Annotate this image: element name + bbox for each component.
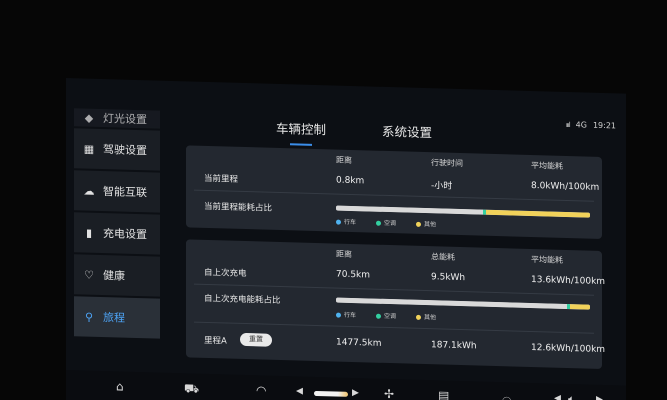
sidebar-item-label: 灯光设置 — [103, 112, 147, 127]
since-charge-share-bar — [336, 297, 590, 310]
current-trip-panel: 距离 行驶时间 平均能耗 当前里程 0.8km -小时 8.0kWh/100km… — [186, 145, 602, 239]
sidebar-item-lights[interactable]: ◆ 灯光设置 — [74, 108, 160, 129]
car-icon[interactable]: ⛟ — [184, 381, 199, 397]
current-trip-time: -小时 — [431, 181, 453, 192]
share-drive-segment — [336, 297, 568, 309]
sidebar-item-charging[interactable]: ▮ 充电设置 — [74, 212, 160, 255]
share-other-segment — [485, 209, 590, 218]
divider — [194, 189, 594, 202]
legend-other: 其他 — [416, 219, 436, 228]
current-trip-distance: 0.8km — [336, 175, 365, 187]
clock: 19:21 — [592, 120, 616, 131]
network-label: 4G — [575, 120, 587, 130]
col-header-total-consumption: 总能耗 — [431, 252, 455, 262]
volume-up-icon[interactable]: ▶ — [596, 395, 603, 400]
col-header-avg-consumption: 平均能耗 — [531, 160, 563, 171]
since-charge-share-legend: 行车 空调 其他 — [336, 310, 436, 321]
share-drive-segment — [336, 205, 484, 215]
legend-other: 其他 — [416, 312, 436, 321]
tab-system-settings[interactable]: 系统设置 — [382, 121, 432, 147]
trip-a-label: 里程A — [204, 335, 227, 347]
tab-vehicle-control[interactable]: 车辆控制 — [276, 118, 326, 144]
temp-left-icon[interactable]: ◀ — [296, 386, 303, 396]
col-header-drive-time: 行驶时间 — [431, 158, 463, 169]
status-bar: ıııl 4G 19:21 — [566, 120, 616, 130]
cloud-icon: ☁ — [83, 183, 95, 198]
col-header-avg-consumption: 平均能耗 — [531, 254, 563, 265]
signal-icon: ıııl — [565, 120, 570, 129]
col-header-distance: 距离 — [336, 155, 352, 165]
defrost-front-icon[interactable]: ◠ — [256, 383, 266, 397]
since-charge-share-label: 自上次充电能耗占比 — [204, 293, 281, 306]
vehicle-icon[interactable]: ⌓ — [502, 390, 512, 400]
trip-a-distance: 1477.5km — [336, 337, 382, 349]
sidebar-item-label: 旅程 — [103, 311, 125, 325]
reset-trip-a-button[interactable]: 重置 — [240, 332, 272, 347]
current-trip-avg: 8.0kWh/100km — [531, 180, 600, 193]
volume-down-icon[interactable]: ◀ — [554, 394, 561, 400]
bottom-dock: ⌂ ⛟ ◠ ◀ ▶ ✢ ▤ ⌓ ◀ 🔈︎ ▶ — [66, 370, 626, 400]
sidebar-item-driving[interactable]: ▦ 驾驶设置 — [74, 128, 160, 171]
since-charge-total: 9.5kWh — [431, 272, 466, 284]
legend-drive: 行车 — [336, 217, 356, 226]
fan-icon[interactable]: ✢ — [384, 387, 394, 400]
volume-icon[interactable]: 🔈︎ — [568, 392, 575, 400]
home-icon[interactable]: ⌂ — [116, 379, 124, 393]
trip-icon: ⚲ — [84, 310, 94, 324]
col-header-distance: 距离 — [336, 249, 352, 259]
temp-slider[interactable] — [314, 390, 348, 397]
infotainment-screen: ıııl 4G 19:21 车辆控制 系统设置 ◆ 灯光设置 ▦ 驾驶设置 ☁ … — [66, 78, 626, 400]
sidebar-item-label: 充电设置 — [103, 227, 147, 242]
since-charge-panel: 距离 总能耗 平均能耗 自上次充电 70.5km 9.5kWh 13.6kWh/… — [186, 239, 606, 369]
since-charge-label: 自上次充电 — [204, 267, 247, 280]
trip-a-total: 187.1kWh — [431, 340, 477, 352]
sidebar-item-connect[interactable]: ☁ 智能互联 — [74, 170, 160, 213]
sidebar-item-trip[interactable]: ⚲ 旅程 — [74, 296, 160, 339]
since-charge-distance: 70.5km — [336, 269, 371, 281]
trip-a-avg: 12.6kWh/100km — [531, 342, 606, 356]
share-other-segment — [569, 304, 590, 310]
health-icon: ♡ — [84, 268, 94, 282]
legend-ac: 空调 — [376, 311, 396, 320]
sidebar-item-health[interactable]: ♡ 健康 — [74, 254, 160, 297]
legend-ac: 空调 — [376, 218, 396, 227]
divider — [194, 321, 594, 334]
current-share-label: 当前里程能耗占比 — [204, 201, 273, 214]
sidebar-item-label: 智能互联 — [103, 185, 147, 200]
charge-icon: ▮ — [85, 226, 93, 240]
light-icon: ◆ — [84, 111, 94, 125]
drive-icon: ▦ — [83, 141, 95, 156]
sidebar: ◆ 灯光设置 ▦ 驾驶设置 ☁ 智能互联 ▮ 充电设置 ♡ 健康 ⚲ 旅程 — [74, 108, 160, 340]
current-share-legend: 行车 空调 其他 — [336, 217, 436, 228]
sidebar-item-label: 驾驶设置 — [103, 143, 147, 158]
current-trip-label: 当前里程 — [204, 173, 239, 185]
sidebar-item-label: 健康 — [103, 269, 125, 283]
since-charge-avg: 13.6kWh/100km — [531, 274, 606, 288]
legend-drive: 行车 — [336, 310, 356, 319]
defrost-rear-icon[interactable]: ▤ — [438, 388, 449, 400]
current-share-bar — [336, 205, 590, 218]
temp-right-icon[interactable]: ▶ — [352, 388, 359, 398]
top-tabs: 车辆控制 系统设置 — [276, 118, 432, 147]
